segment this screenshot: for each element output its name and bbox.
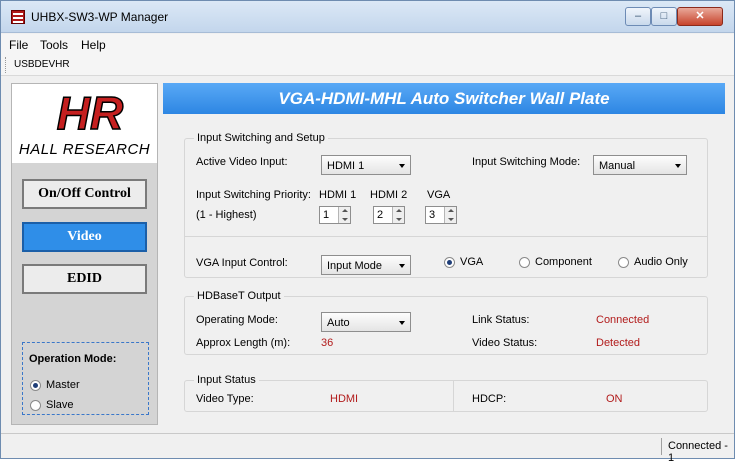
priority-hdmi1-label: HDMI 1 <box>319 189 357 201</box>
master-radio[interactable] <box>30 380 41 391</box>
priority-sub-label: (1 - Highest) <box>196 209 257 221</box>
master-label: Master <box>46 379 80 391</box>
nav-onoff-button[interactable]: On/Off Control <box>22 179 147 209</box>
vga-radio-label: VGA <box>460 256 484 268</box>
priority-hdmi2-label: HDMI 2 <box>370 189 408 201</box>
link-status-label: Link Status: <box>472 314 530 326</box>
vga-control-label: VGA Input Control: <box>196 257 288 269</box>
status-separator <box>661 438 662 455</box>
priority-hdmi1-value: 1 <box>323 209 330 221</box>
toolbar-grip[interactable] <box>5 57 8 73</box>
approx-length-label: Approx Length (m): <box>196 337 291 349</box>
priority-vga-value: 3 <box>429 209 436 221</box>
toolbar: USBDEVHR <box>1 54 734 76</box>
status-bar: Connected - 1 <box>1 433 734 464</box>
nav-edid-button[interactable]: EDID <box>22 264 147 294</box>
switching-mode-label: Input Switching Mode: <box>472 156 581 168</box>
audio-only-radio-label: Audio Only <box>634 256 688 268</box>
hdbaset-title: HDBaseT Output <box>194 290 284 302</box>
window-title: UHBX-SW3-WP Manager <box>31 10 169 24</box>
minimize-button[interactable]: – <box>625 7 651 26</box>
sidebar: HR HALL RESEARCH On/Off Control Video ED… <box>11 83 158 425</box>
active-input-select[interactable]: HDMI 1 <box>321 155 411 175</box>
priority-hdmi1-spinner[interactable]: 1 <box>319 206 351 224</box>
video-type-label: Video Type: <box>196 393 254 405</box>
vga-control-select[interactable]: Input Mode <box>321 255 411 275</box>
priority-label: Input Switching Priority: <box>196 189 311 201</box>
hdcp-label: HDCP: <box>472 393 507 405</box>
priority-vga-label: VGA <box>427 189 451 201</box>
operation-mode-panel: Operation Mode: Master Slave <box>22 342 149 415</box>
slave-label: Slave <box>46 399 74 411</box>
banner-title: VGA-HDMI-MHL Auto Switcher Wall Plate <box>163 83 725 114</box>
main-panel: VGA-HDMI-MHL Auto Switcher Wall Plate In… <box>163 83 725 429</box>
operation-mode-title: Operation Mode: <box>29 353 117 365</box>
audio-only-radio[interactable] <box>618 257 629 268</box>
switching-mode-select[interactable]: Manual <box>593 155 687 175</box>
input-switching-group: Input Switching and Setup Active Video I… <box>184 132 708 278</box>
logo: HR HALL RESEARCH <box>12 84 157 163</box>
vga-radio[interactable] <box>444 257 455 268</box>
menu-help[interactable]: Help <box>81 38 106 52</box>
connection-status: Connected - 1 <box>668 440 728 464</box>
spinner-arrows-icon[interactable] <box>338 207 350 223</box>
menu-file[interactable]: File <box>9 38 28 52</box>
spinner-arrows-icon[interactable] <box>392 207 404 223</box>
priority-hdmi2-value: 2 <box>377 209 384 221</box>
video-status-label: Video Status: <box>472 337 538 349</box>
operating-mode-label: Operating Mode: <box>196 314 278 326</box>
component-radio[interactable] <box>519 257 530 268</box>
menu-tools[interactable]: Tools <box>40 38 68 52</box>
hall-research-logo-icon: HR <box>56 89 124 135</box>
title-bar[interactable]: UHBX-SW3-WP Manager – □ ✕ <box>1 1 734 33</box>
component-radio-label: Component <box>535 256 592 268</box>
input-status-title: Input Status <box>194 374 259 386</box>
video-type-value: HDMI <box>330 393 359 405</box>
close-button[interactable]: ✕ <box>677 7 723 26</box>
video-status-value: Detected <box>596 337 641 349</box>
app-window: UHBX-SW3-WP Manager – □ ✕ File Tools Hel… <box>0 0 735 464</box>
maximize-button[interactable]: □ <box>651 7 677 26</box>
slave-radio[interactable] <box>30 400 41 411</box>
priority-vga-spinner[interactable]: 3 <box>425 206 457 224</box>
app-icon <box>11 10 25 24</box>
spinner-arrows-icon[interactable] <box>444 207 456 223</box>
approx-length-value: 36 <box>321 337 334 349</box>
hdbaset-output-group: HDBaseT Output Operating Mode: Auto Appr… <box>184 290 708 355</box>
link-status-value: Connected <box>596 314 650 326</box>
logo-mark-text: HR <box>57 89 123 135</box>
logo-text: HALL RESEARCH <box>18 141 151 158</box>
input-switching-title: Input Switching and Setup <box>194 132 328 144</box>
device-label[interactable]: USBDEVHR <box>14 59 70 70</box>
operating-mode-select[interactable]: Auto <box>321 312 411 332</box>
priority-hdmi2-spinner[interactable]: 2 <box>373 206 405 224</box>
divider <box>185 236 707 237</box>
input-status-group: Input Status Video Type: HDMI HDCP: ON <box>184 374 708 412</box>
divider <box>453 381 454 411</box>
active-input-label: Active Video Input: <box>196 156 288 168</box>
hdcp-value: ON <box>606 393 623 405</box>
nav-video-button[interactable]: Video <box>22 222 147 252</box>
menu-bar: File Tools Help <box>1 34 734 54</box>
